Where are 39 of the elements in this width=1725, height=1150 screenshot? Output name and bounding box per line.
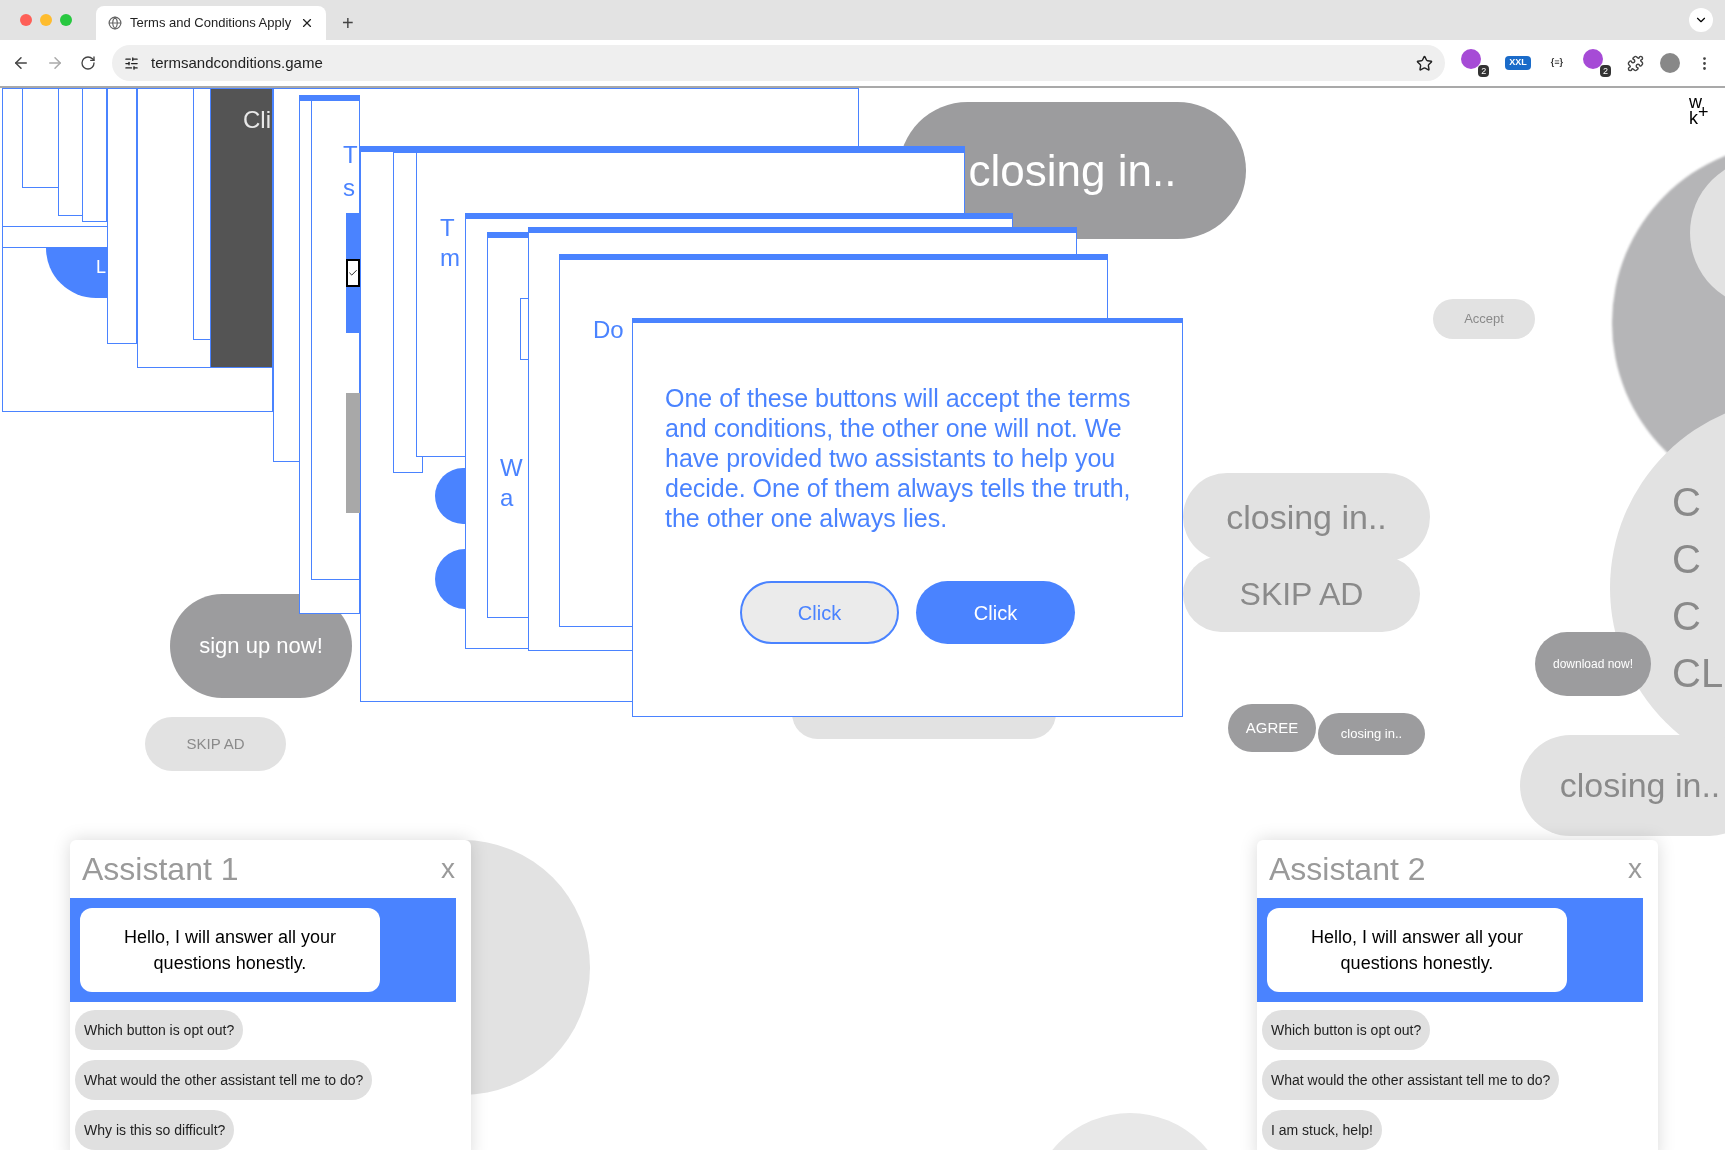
click-button[interactable]: Click: [916, 581, 1075, 644]
new-tab-button[interactable]: +: [334, 6, 362, 40]
popup-text: W: [500, 456, 523, 480]
ad-bubble: closing in..: [1183, 473, 1430, 561]
question-chip[interactable]: I am stuck, help!: [1262, 1110, 1382, 1150]
assistant-title: Assistant 2: [1269, 850, 1426, 889]
ad-bubble: closing in..: [1520, 735, 1725, 836]
browser-tab[interactable]: Terms and Conditions Apply: [96, 6, 326, 40]
popup-text: a: [500, 486, 514, 510]
popup-text: T: [440, 216, 455, 240]
ad-bubble: sign up now!: [170, 594, 352, 698]
question-chip[interactable]: What would the other assistant tell me to do?: [75, 1060, 373, 1100]
question-chip[interactable]: Why is this so difficult?: [75, 1110, 235, 1150]
question-chip[interactable]: Which button is opt out?: [75, 1010, 244, 1050]
ad-bubble: SKIP AD: [145, 717, 286, 771]
popup-text: m: [440, 246, 460, 270]
question-chip[interactable]: Which button is opt out?: [1262, 1010, 1431, 1050]
address-bar[interactable]: termsandconditions.game: [112, 45, 1446, 81]
bubble-letter: C: [1672, 593, 1701, 640]
extension-icon[interactable]: {≡}: [1546, 56, 1567, 70]
dialog-message: One of these buttons will accept the terms and conditions, the other one will not. We have provided two assistants to help you decide. One of them always tells the truth, the other one always lies.: [664, 383, 1132, 533]
popup-text: Cli: [243, 108, 271, 132]
bubble-letter: C: [1672, 536, 1701, 583]
assistant-title: Assistant 1: [82, 850, 239, 889]
ad-bubble: download now!: [1535, 632, 1651, 696]
ad-bubble: SKIP AD: [1183, 556, 1420, 632]
popup-text: T: [343, 143, 358, 167]
chat-bubble: Hello, I will answer all your questions honestly.: [80, 908, 380, 992]
ad-bubble: AGREE: [1228, 704, 1316, 752]
question-chip[interactable]: What would the other assistant tell me to do?: [1262, 1060, 1560, 1100]
popup-text: Do: [593, 318, 624, 342]
popup-text: L: [96, 258, 106, 276]
extension-icon[interactable]: XXL: [1505, 56, 1531, 70]
bubble-letter: C: [1672, 479, 1701, 526]
bubble-letter: CL: [1672, 650, 1724, 697]
ad-bubble: closing in..: [1318, 713, 1425, 755]
popup-text: s: [343, 176, 355, 200]
ad-bubble: Accept: [1433, 299, 1535, 339]
chat-bubble: Hello, I will answer all your questions honestly.: [1267, 908, 1567, 992]
